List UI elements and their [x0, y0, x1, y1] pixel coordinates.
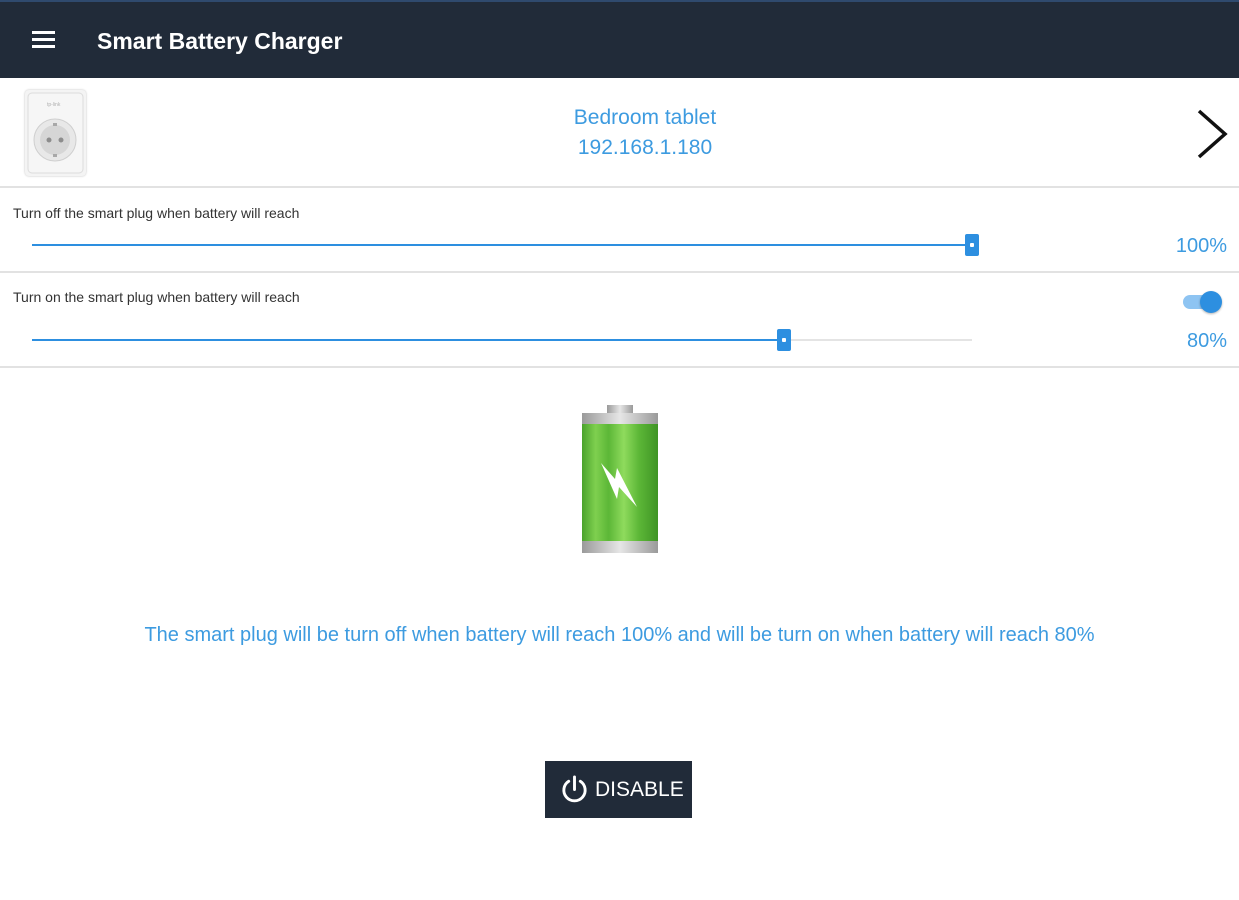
device-ip: 192.168.1.180 [577, 136, 713, 159]
turn-off-slider[interactable] [32, 234, 979, 256]
turn-on-toggle[interactable] [1183, 291, 1222, 313]
device-selector[interactable]: tp-link Bedroom tablet 192.168.1.180 [0, 78, 1239, 188]
chevron-right-icon[interactable] [1195, 108, 1229, 160]
power-icon [562, 775, 587, 803]
battery-charging-icon [579, 403, 661, 555]
menu-icon[interactable] [32, 29, 56, 49]
slider-fill [32, 339, 784, 341]
turn-on-value: 80% [1186, 330, 1227, 352]
disable-button[interactable]: DISABLE [545, 761, 692, 818]
slider-thumb[interactable] [777, 329, 791, 351]
device-name: Bedroom tablet [573, 106, 717, 129]
app-bar: Smart Battery Charger [0, 0, 1239, 78]
toggle-knob [1200, 291, 1222, 313]
status-message: The smart plug will be turn off when bat… [144, 624, 1095, 646]
disable-button-label: DISABLE [595, 777, 684, 801]
turn-on-setting: Turn on the smart plug when battery will… [0, 273, 1239, 368]
turn-off-setting: Turn off the smart plug when battery wil… [0, 188, 1239, 273]
smart-plug-icon: tp-link [25, 90, 86, 176]
app-title: Smart Battery Charger [97, 28, 343, 54]
turn-off-label: Turn off the smart plug when battery wil… [13, 205, 300, 221]
turn-on-label: Turn on the smart plug when battery will… [13, 289, 300, 305]
turn-on-slider[interactable] [32, 329, 972, 351]
slider-fill [32, 244, 972, 246]
turn-off-value: 100% [1175, 235, 1227, 257]
slider-thumb[interactable] [965, 234, 979, 256]
